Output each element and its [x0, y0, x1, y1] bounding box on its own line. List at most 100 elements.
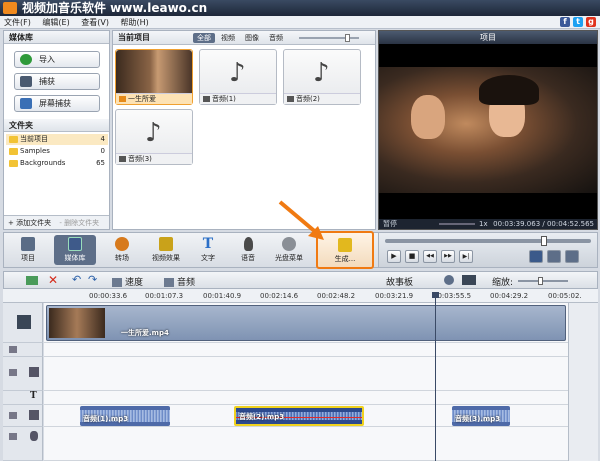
overlay-track[interactable]	[44, 357, 568, 391]
zoom-label: 缩放:	[492, 278, 514, 288]
filter-video-tab[interactable]: 视频	[217, 33, 239, 43]
playback-controls: ▶ ■ ◀◀ ▶▶ ▶|	[378, 232, 598, 268]
media-library-button[interactable]: 媒体库	[54, 235, 96, 265]
undo-icon[interactable]: ↶	[72, 273, 81, 286]
delete-icon[interactable]: ✕	[48, 273, 58, 287]
audio-track[interactable]: 音频(1).mp3 音频(2).mp3 音频(3).mp3	[44, 405, 568, 427]
import-button[interactable]: 导入	[14, 51, 100, 68]
stop-button[interactable]: ■	[405, 250, 419, 263]
end-button[interactable]: ▶|	[459, 250, 473, 263]
monitor-icon[interactable]	[462, 275, 476, 285]
video-track-header	[3, 303, 43, 343]
transitions-button[interactable]: 转场	[104, 235, 140, 265]
seek-handle[interactable]	[541, 236, 547, 246]
playhead[interactable]	[432, 292, 439, 461]
timeline-scrollbar[interactable]	[568, 303, 598, 461]
video-frame	[379, 67, 597, 193]
eye-icon[interactable]	[9, 433, 17, 440]
speaker-icon	[287, 96, 294, 102]
voice-track[interactable]	[44, 427, 568, 461]
next-frame-button[interactable]: ▶▶	[441, 250, 455, 263]
thumb-size-slider[interactable]	[299, 34, 359, 42]
clapper-icon	[21, 237, 35, 251]
add-folder-button[interactable]: + 添加文件夹	[8, 219, 51, 227]
clip-thumbnail	[49, 308, 105, 338]
effects-icon	[159, 237, 173, 251]
ruler-label: 00:01:07.3	[145, 292, 184, 300]
menu-help[interactable]: 帮助(H)	[121, 18, 149, 27]
seek-bar[interactable]	[385, 236, 591, 246]
filter-image-tab[interactable]: 图像	[241, 33, 263, 43]
zoom-handle[interactable]	[538, 277, 543, 285]
google-icon[interactable]: g	[586, 17, 596, 27]
media-item-audio[interactable]: ♪ 音频(3)	[115, 109, 193, 165]
menu-edit[interactable]: 编辑(E)	[42, 18, 69, 27]
library-title: 媒体库	[4, 31, 109, 44]
audio-clip-selected[interactable]: 音频(2).mp3	[234, 406, 364, 426]
eye-icon[interactable]	[9, 346, 17, 353]
add-track-icon[interactable]	[26, 276, 38, 285]
zoom-slider[interactable]	[518, 277, 568, 285]
remove-folder-button[interactable]: - 删除文件夹	[59, 219, 99, 227]
audio-track-header	[3, 405, 43, 427]
media-item-audio[interactable]: ♪ 音频(1)	[199, 49, 277, 105]
playback-status: 暂停	[383, 220, 397, 228]
fullscreen-icon[interactable]	[529, 250, 543, 263]
voice-button[interactable]: 语音	[230, 235, 266, 265]
folder-samples[interactable]: Samples 0	[6, 146, 108, 157]
previous-frame-button[interactable]: ◀◀	[423, 250, 437, 263]
annotation-arrow	[278, 200, 324, 240]
speed-tool[interactable]: 速度	[112, 275, 143, 288]
text-icon: T	[202, 236, 214, 252]
twitter-icon[interactable]: t	[573, 17, 583, 27]
music-note-icon: ♪	[313, 58, 330, 88]
hair	[479, 75, 539, 105]
audio-clip[interactable]: 音频(3).mp3	[452, 406, 510, 426]
video-clip[interactable]: 一生所爱.mp4	[46, 305, 566, 341]
eye-icon[interactable]	[9, 369, 17, 376]
capture-button[interactable]: 捕获	[14, 73, 100, 90]
play-button[interactable]: ▶	[387, 250, 401, 263]
folder-backgrounds[interactable]: Backgrounds 65	[6, 158, 108, 169]
produce-icon	[338, 238, 352, 252]
filter-audio-tab[interactable]: 音频	[265, 33, 287, 43]
window-title: 视频加音乐软件 www.leawo.cn	[22, 1, 208, 15]
eye-icon[interactable]	[9, 412, 17, 419]
media-item-audio[interactable]: ♪ 音频(2)	[283, 49, 361, 105]
microphone-icon	[30, 431, 38, 441]
text-button[interactable]: T 文字	[190, 235, 226, 265]
overlay-icon	[29, 367, 39, 377]
screen-capture-button[interactable]: 屏幕捕获	[14, 95, 100, 112]
audio-tool[interactable]: 音频	[164, 275, 195, 288]
redo-icon[interactable]: ↷	[88, 273, 97, 286]
filter-all-tab[interactable]: 全部	[193, 33, 215, 43]
slider-handle[interactable]	[345, 34, 350, 42]
text-track[interactable]	[44, 391, 568, 405]
folder-current-project[interactable]: 当前项目 4	[6, 134, 108, 145]
video-track[interactable]: 一生所爱.mp4	[44, 303, 568, 343]
preview-status-bar: 暂停 1x 00:03:39.063 / 00:04:52.565	[379, 219, 597, 229]
face-left	[411, 95, 445, 139]
app-logo-icon	[3, 2, 17, 14]
timeline-ruler[interactable]: 00:00:33.6 00:01:07.3 00:01:40.9 00:02:1…	[3, 289, 598, 303]
media-item-video[interactable]: 一生所爱	[115, 49, 193, 105]
snapshot-icon[interactable]	[547, 250, 561, 263]
clapper-icon	[17, 315, 31, 329]
speed-slider[interactable]	[439, 223, 475, 225]
user-icon[interactable]	[444, 275, 454, 285]
menu-view[interactable]: 查看(V)	[81, 18, 109, 27]
media-library-panel: 媒体库 导入 捕获 屏幕捕获 文件夹 当前项目 4 Samples 0 Backgr…	[3, 30, 110, 230]
facebook-icon[interactable]: f	[560, 17, 570, 27]
ruler-label: 00:03:21.9	[375, 292, 414, 300]
voice-track-header	[3, 427, 43, 461]
track[interactable]	[44, 343, 568, 357]
project-button[interactable]: 项目	[10, 235, 46, 265]
menu-file[interactable]: 文件(F)	[4, 18, 31, 27]
audio-clip[interactable]: 音频(1).mp3	[80, 406, 170, 426]
video-icon	[119, 96, 126, 102]
folder-icon	[9, 148, 18, 155]
storyboard-toggle[interactable]: 故事板	[386, 275, 413, 288]
volume-icon[interactable]	[565, 250, 579, 263]
playhead-handle[interactable]	[432, 292, 439, 298]
video-effects-button[interactable]: 视频效果	[146, 235, 186, 265]
